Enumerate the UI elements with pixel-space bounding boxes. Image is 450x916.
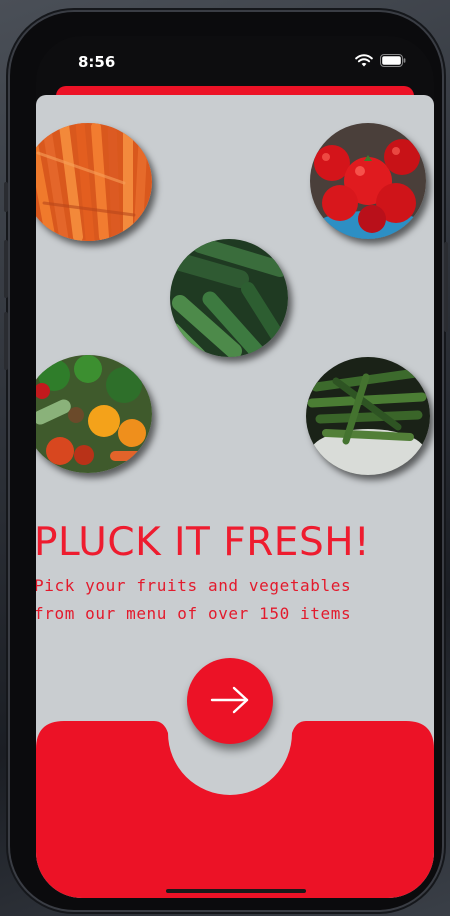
subtitle-line-2: from our menu of over 150 items [36,604,352,623]
battery-icon [380,54,406,72]
carrots-image [36,123,152,241]
tomatoes-image [310,123,426,239]
wifi-icon [355,54,373,72]
bottom-panel [36,721,434,898]
arrow-right-icon [209,685,251,718]
okra-image [306,357,430,475]
home-indicator[interactable] [166,889,306,893]
phone-frame: 8:56 PLUCK IT FRESH! Pick your fruits an… [4,12,448,910]
mixed-vegetables-image [36,355,152,473]
cucumbers-image [170,239,288,357]
screen: 8:56 PLUCK IT FRESH! Pick your fruits an… [36,36,434,898]
headline: PLUCK IT FRESH! [36,520,371,565]
status-icons [355,54,406,72]
volume-down-button [4,312,8,370]
subtitle-line-1: Pick your fruits and vegetables [36,576,352,595]
silent-switch [4,182,8,212]
onboarding-screen: PLUCK IT FRESH! Pick your fruits and veg… [36,95,434,898]
next-button[interactable] [187,658,273,744]
power-button [444,242,448,332]
status-time: 8:56 [78,53,116,71]
volume-up-button [4,240,8,298]
